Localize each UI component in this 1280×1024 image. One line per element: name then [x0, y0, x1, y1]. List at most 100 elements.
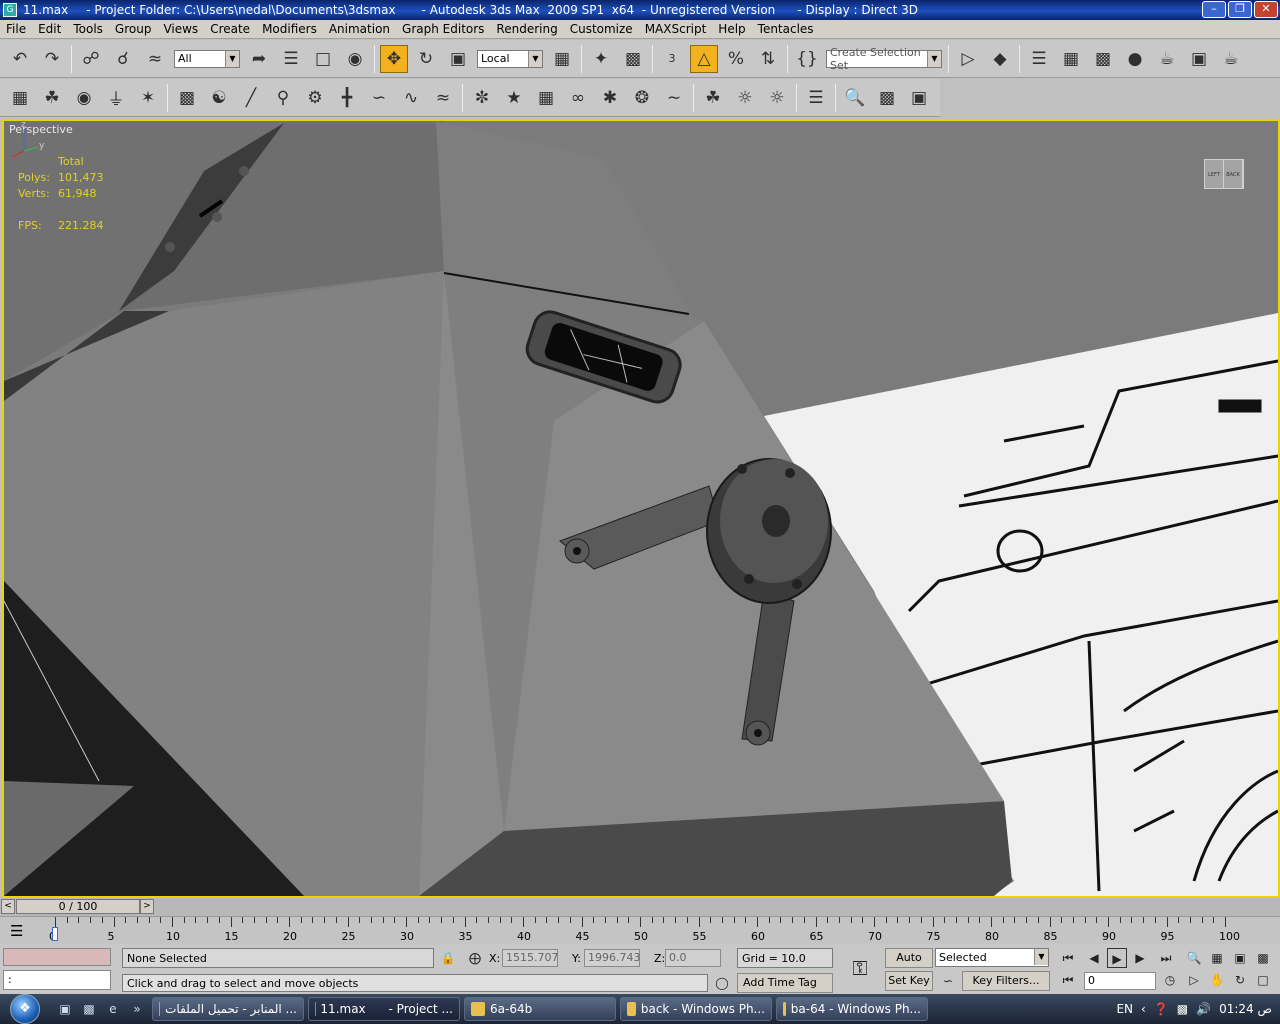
mini-curve-editor-icon[interactable]: ☰ [10, 922, 23, 940]
ik-icon[interactable]: ✱ [596, 84, 624, 112]
key-mode-dropdown[interactable]: Selected ▼ [935, 948, 1049, 967]
network-icon[interactable]: ▩ [1177, 1002, 1188, 1016]
scene-explorer-icon[interactable]: ☰ [802, 84, 830, 112]
app-icon[interactable]: G [3, 3, 17, 17]
auto-key-button[interactable]: Auto Key [885, 948, 933, 982]
rendered-frame-icon[interactable]: ▣ [1185, 45, 1213, 73]
language-indicator[interactable]: EN [1116, 1002, 1133, 1016]
switch-windows-icon[interactable]: ▩ [80, 1000, 98, 1018]
sphere-icon[interactable]: ◉ [70, 84, 98, 112]
perspective-viewport[interactable]: Perspective Total Polys: 101,473 Verts: 61… [2, 119, 1280, 898]
edit-named-selection-icon[interactable]: {} [793, 45, 821, 73]
pivot-center-icon[interactable]: ▦ [548, 45, 576, 73]
material-editor-icon[interactable]: ● [1121, 45, 1149, 73]
reference-coord-dropdown[interactable]: Local ▼ [477, 49, 543, 68]
z-coordinate-field[interactable]: 0.0 [665, 949, 721, 967]
unlink-icon[interactable]: ☌ [109, 45, 137, 73]
select-move-icon[interactable]: ✥ [380, 44, 408, 73]
bone-icon[interactable]: ✶ [134, 84, 162, 112]
menu-customize[interactable]: Customize [564, 22, 639, 36]
select-by-name-icon[interactable]: ☰ [277, 45, 305, 73]
next-frame-icon[interactable]: ▶ [1130, 948, 1150, 968]
go-to-end-icon[interactable]: ⏭ [1156, 948, 1176, 968]
helper-icon[interactable]: ╋ [333, 84, 361, 112]
internet-explorer-icon[interactable]: e [104, 1000, 122, 1018]
maximize-button[interactable]: ❐ [1228, 1, 1252, 18]
menu-group[interactable]: Group [109, 22, 158, 36]
line-tool-icon[interactable]: ╱ [237, 84, 265, 112]
menu-tentacles[interactable]: Tentacles [752, 22, 820, 36]
fur-icon[interactable]: ☼ [763, 84, 791, 112]
menu-modifiers[interactable]: Modifiers [256, 22, 323, 36]
snap-toggle-icon[interactable]: 3 [658, 45, 686, 73]
shell-icon[interactable]: ▦ [6, 84, 34, 112]
frame-ruler[interactable]: 0510152025303540455055606570758085909510… [49, 917, 1245, 945]
menu-create[interactable]: Create [204, 22, 256, 36]
current-frame-field[interactable]: 0 [1084, 972, 1156, 990]
x-coordinate-field[interactable]: 1515.707 [502, 949, 559, 967]
close-button[interactable]: ✕ [1254, 1, 1278, 18]
maxscript-mini-listener[interactable]: : [3, 970, 111, 990]
taskbar-item-photo-viewer-back[interactable]: back - Windows Ph... [620, 997, 772, 1021]
bend-icon[interactable]: ∽ [365, 84, 393, 112]
selection-filter-dropdown[interactable]: All ▼ [174, 49, 240, 68]
menu-animation[interactable]: Animation [323, 22, 396, 36]
orbit-icon[interactable]: ↻ [1230, 970, 1250, 990]
biped-icon[interactable]: ★ [500, 84, 528, 112]
set-key-button[interactable]: Set Key [885, 971, 933, 991]
manipulate-icon[interactable]: ✦ [587, 45, 615, 73]
help-icon[interactable]: ❓ [1154, 1002, 1169, 1016]
set-key-key-icon[interactable]: ⚿ [845, 958, 875, 982]
undo-icon[interactable]: ↶ [6, 45, 34, 73]
menu-file[interactable]: File [0, 22, 32, 36]
camera-icon[interactable]: ▩ [873, 84, 901, 112]
clock[interactable]: 01:24 ص [1219, 1002, 1272, 1016]
percent-snap-icon[interactable]: % [722, 45, 750, 73]
zoom-extents-all-icon[interactable]: ▩ [1253, 948, 1273, 968]
menu-graph-editors[interactable]: Graph Editors [396, 22, 490, 36]
box-icon[interactable]: ▩ [173, 84, 201, 112]
taskbar-item-folder[interactable]: 6a-64b [464, 997, 616, 1021]
time-slider[interactable]: 0 / 100 [16, 899, 140, 914]
spinner-snap-icon[interactable]: ⇅ [754, 45, 782, 73]
quick-render-icon[interactable]: ☕ [1217, 45, 1245, 73]
menu-rendering[interactable]: Rendering [490, 22, 563, 36]
redo-icon[interactable]: ↷ [38, 45, 66, 73]
lock-selection-icon[interactable]: 🔒 [438, 948, 458, 968]
select-link-icon[interactable]: ☍ [77, 45, 105, 73]
layer-manager-icon[interactable]: ☰ [1025, 45, 1053, 73]
viewcube-left-face[interactable]: LEFT [1205, 160, 1224, 188]
link-chain-icon[interactable]: ∞ [564, 84, 592, 112]
maxscript-listener-box[interactable] [3, 948, 111, 966]
tray-expand-icon[interactable]: ‹ [1141, 1002, 1146, 1016]
time-configuration-icon[interactable]: ◷ [1160, 970, 1180, 990]
keyboard-shortcut-icon[interactable]: ▩ [619, 45, 647, 73]
twist-icon[interactable]: ∿ [397, 84, 425, 112]
mirror-icon[interactable]: ▷ [954, 45, 982, 73]
taskbar-item-3dsmax[interactable]: 11.max - Project ... [308, 997, 460, 1021]
cylinder-icon[interactable]: ☯ [205, 84, 233, 112]
bind-space-warp-icon[interactable]: ≈ [141, 45, 169, 73]
absolute-mode-icon[interactable]: ⨁ [465, 948, 485, 968]
go-to-start-icon[interactable]: ⏮ [1058, 948, 1078, 968]
gear-icon[interactable]: ⚙ [301, 84, 329, 112]
viewcube[interactable]: LEFT BACK [1204, 159, 1244, 189]
shirt-icon[interactable]: ☘ [699, 84, 727, 112]
wave-icon[interactable]: ≈ [429, 84, 457, 112]
time-next-arrow-icon[interactable]: > [140, 899, 154, 914]
zoom-icon[interactable]: 🔍 [1184, 948, 1204, 968]
hair-icon[interactable]: ☼ [731, 84, 759, 112]
named-selection-dropdown[interactable]: Create Selection Set ▼ [826, 46, 942, 72]
field-of-view-icon[interactable]: ▷ [1184, 970, 1204, 990]
menu-edit[interactable]: Edit [32, 22, 67, 36]
play-icon[interactable]: ▶ [1107, 948, 1127, 968]
zoom-all-icon[interactable]: ▦ [1207, 948, 1227, 968]
magnifier-tool-icon[interactable]: ⚲ [269, 84, 297, 112]
menu-help[interactable]: Help [712, 22, 751, 36]
rectangular-selection-icon[interactable]: □ [309, 45, 337, 73]
key-mode-toggle-icon[interactable]: ⏮ [1058, 970, 1078, 990]
previous-frame-icon[interactable]: ◀ [1084, 948, 1104, 968]
zoom-render-icon[interactable]: 🔍 [841, 84, 869, 112]
time-tag-icon[interactable]: ◯ [712, 973, 732, 993]
curve-editor-icon[interactable]: ▩ [1089, 45, 1117, 73]
